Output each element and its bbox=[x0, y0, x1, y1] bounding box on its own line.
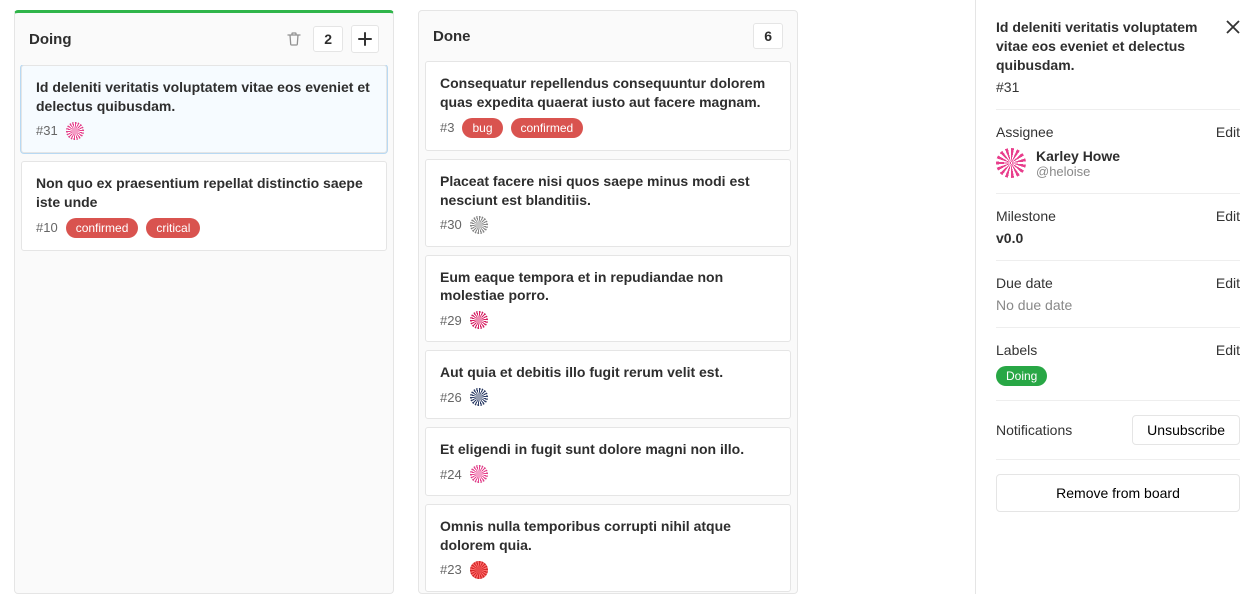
remove-from-board-button[interactable]: Remove from board bbox=[996, 474, 1240, 512]
card-id: #26 bbox=[440, 390, 462, 405]
list-header: Done 6 bbox=[419, 11, 797, 61]
list-done: Done 6 Consequatur repellendus consequuntu… bbox=[418, 10, 798, 594]
due-date-edit-link[interactable]: Edit bbox=[1216, 275, 1240, 291]
card-id: #29 bbox=[440, 313, 462, 328]
card[interactable]: Omnis nulla temporibus corrupti nihil at… bbox=[425, 504, 791, 592]
card[interactable]: Aut quia et debitis illo fugit rerum vel… bbox=[425, 350, 791, 419]
card[interactable]: Non quo ex praesentium repellat distinct… bbox=[21, 161, 387, 251]
card-title: Aut quia et debitis illo fugit rerum vel… bbox=[440, 363, 776, 382]
card-id: #30 bbox=[440, 217, 462, 232]
card-id: #3 bbox=[440, 120, 454, 135]
sidebar-issue-id: #31 bbox=[996, 79, 1218, 95]
due-date-value: No due date bbox=[996, 297, 1240, 313]
assignee-avatar-icon bbox=[470, 561, 488, 579]
list-count: 2 bbox=[313, 26, 343, 52]
cards-container: Id deleniti veritatis voluptatem vitae e… bbox=[15, 65, 393, 269]
assignee-avatar-icon bbox=[470, 465, 488, 483]
card-meta: #23 bbox=[440, 561, 776, 579]
assignee-avatar-icon bbox=[470, 388, 488, 406]
cards-container: Consequatur repellendus consequuntur dol… bbox=[419, 61, 797, 593]
card-meta: #10 confirmed critical bbox=[36, 218, 372, 238]
card-title: Eum eaque tempora et in repudiandae non … bbox=[440, 268, 776, 306]
list-header: Doing 2 bbox=[15, 13, 393, 65]
card[interactable]: Placeat facere nisi quos saepe minus mod… bbox=[425, 159, 791, 247]
card-title: Omnis nulla temporibus corrupti nihil at… bbox=[440, 517, 776, 555]
assignee-handle: @heloise bbox=[1036, 164, 1120, 179]
card-title: Consequatur repellendus consequuntur dol… bbox=[440, 74, 776, 112]
notifications-label: Notifications bbox=[996, 422, 1072, 438]
card-meta: #30 bbox=[440, 216, 776, 234]
assignee-avatar bbox=[996, 148, 1026, 178]
card-meta: #3 bug confirmed bbox=[440, 118, 776, 138]
card-id: #23 bbox=[440, 562, 462, 577]
add-card-button[interactable] bbox=[351, 25, 379, 53]
list-title: Doing bbox=[29, 31, 72, 48]
card-title: Placeat facere nisi quos saepe minus mod… bbox=[440, 172, 776, 210]
card-id: #31 bbox=[36, 123, 58, 138]
card-id: #10 bbox=[36, 220, 58, 235]
list-count: 6 bbox=[753, 23, 783, 49]
assignee-edit-link[interactable]: Edit bbox=[1216, 124, 1240, 140]
label-pill: critical bbox=[146, 218, 200, 238]
card-meta: #26 bbox=[440, 388, 776, 406]
card-meta: #31 bbox=[36, 122, 372, 140]
assignee-name[interactable]: Karley Howe bbox=[1036, 148, 1120, 164]
card[interactable]: Consequatur repellendus consequuntur dol… bbox=[425, 61, 791, 151]
milestone-value[interactable]: v0.0 bbox=[996, 230, 1240, 246]
label-pill: Doing bbox=[996, 366, 1047, 386]
plus-icon bbox=[358, 32, 372, 46]
list-doing: Doing 2 Id deleniti veritatis voluptatem … bbox=[14, 10, 394, 594]
card[interactable]: Et eligendi in fugit sunt dolore magni n… bbox=[425, 427, 791, 496]
assignee-avatar-icon bbox=[66, 122, 84, 140]
card[interactable]: Eum eaque tempora et in repudiandae non … bbox=[425, 255, 791, 343]
assignee-label: Assignee bbox=[996, 124, 1054, 140]
close-icon[interactable] bbox=[1226, 20, 1240, 95]
assignee-avatar-icon bbox=[470, 311, 488, 329]
card-meta: #29 bbox=[440, 311, 776, 329]
card-meta: #24 bbox=[440, 465, 776, 483]
label-pill: bug bbox=[462, 118, 502, 138]
card-title: Non quo ex praesentium repellat distinct… bbox=[36, 174, 372, 212]
card[interactable]: Id deleniti veritatis voluptatem vitae e… bbox=[21, 65, 387, 153]
card-id: #24 bbox=[440, 467, 462, 482]
labels-label: Labels bbox=[996, 342, 1037, 358]
trash-icon[interactable] bbox=[283, 28, 305, 50]
label-pill: confirmed bbox=[66, 218, 139, 238]
assignee-avatar-icon bbox=[470, 216, 488, 234]
issue-sidebar: Id deleniti veritatis voluptatem vitae e… bbox=[975, 0, 1260, 594]
unsubscribe-button[interactable]: Unsubscribe bbox=[1132, 415, 1240, 445]
card-title: Id deleniti veritatis voluptatem vitae e… bbox=[36, 78, 372, 116]
sidebar-issue-title: Id deleniti veritatis voluptatem vitae e… bbox=[996, 18, 1218, 75]
card-title: Et eligendi in fugit sunt dolore magni n… bbox=[440, 440, 776, 459]
labels-edit-link[interactable]: Edit bbox=[1216, 342, 1240, 358]
list-title: Done bbox=[433, 28, 471, 45]
label-pill: confirmed bbox=[511, 118, 584, 138]
milestone-edit-link[interactable]: Edit bbox=[1216, 208, 1240, 224]
milestone-label: Milestone bbox=[996, 208, 1056, 224]
due-date-label: Due date bbox=[996, 275, 1053, 291]
